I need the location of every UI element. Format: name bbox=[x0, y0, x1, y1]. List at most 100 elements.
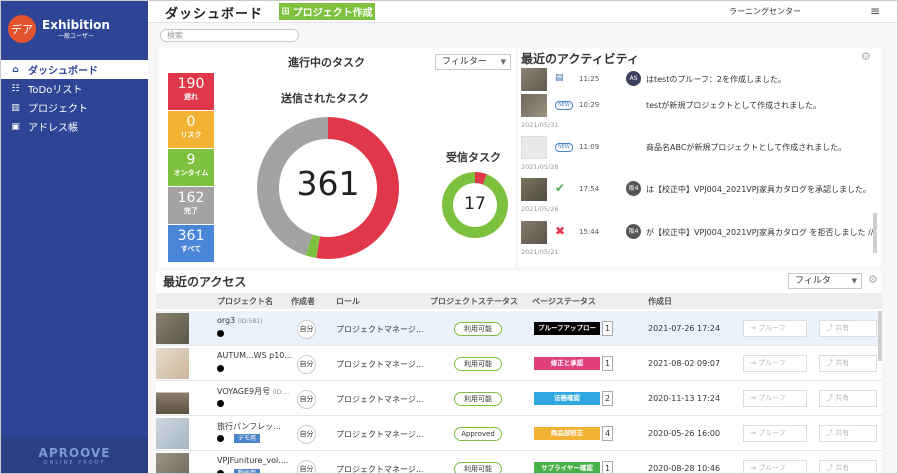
project-thumbnail[interactable] bbox=[156, 348, 189, 379]
sidebar-item-label: ダッシュボード bbox=[28, 66, 98, 77]
page-status-badge: プルーフアップロー bbox=[534, 322, 600, 335]
stat-risk[interactable]: 0 リスク bbox=[168, 111, 214, 148]
project-thumbnail[interactable] bbox=[156, 418, 189, 449]
share-button[interactable]: ⤴ 共有 bbox=[819, 425, 877, 442]
sidebar-item-label: プロジェクト bbox=[28, 104, 88, 115]
sidebar-item-address-book[interactable]: ▣ アドレス帳 bbox=[1, 117, 148, 136]
user-avatar: AS bbox=[626, 71, 641, 86]
home-icon: ⌂ bbox=[12, 64, 19, 75]
column-header[interactable]: ページステータス bbox=[532, 296, 596, 307]
sent-tasks-total: 361 bbox=[296, 164, 360, 203]
page-count: 2 bbox=[602, 391, 613, 406]
activity-row[interactable]: NEW 11:09 商品名ABCが新規プロジェクトとして作成されました。 bbox=[521, 136, 871, 159]
access-filter-select[interactable]: フィルタ ▼ bbox=[788, 273, 862, 289]
project-status-badge: 利用可能 bbox=[454, 462, 502, 473]
page-count: 4 bbox=[602, 426, 613, 441]
stat-value: 0 bbox=[186, 114, 196, 130]
share-label: 共有 bbox=[835, 324, 850, 332]
table-row[interactable]: 旅行パンフレッ... デモ用 自分 プロジェクトマネージ... Approved 商品部… bbox=[156, 416, 882, 451]
organization-name[interactable]: ラーニングセンター bbox=[729, 6, 801, 17]
share-button[interactable]: ⤴ 共有 bbox=[819, 390, 877, 407]
proof-icon: ⇥ bbox=[750, 324, 759, 332]
proof-button[interactable]: ⇥ プルーフ bbox=[743, 460, 807, 473]
project-name[interactable]: VOYAGE9月号 (ID:... bbox=[217, 386, 289, 397]
create-project-button[interactable]: ⊞ プロジェクト作成 bbox=[279, 3, 375, 20]
tasks-filter-select[interactable]: フィルター ▼ bbox=[435, 54, 511, 70]
project-name[interactable]: VPJFuniture_vol.... bbox=[217, 456, 288, 465]
project-thumbnail[interactable] bbox=[156, 453, 189, 473]
table-row[interactable]: org3 (ID:581) 自分 プロジェクトマネージ... 利用可能 プルーフアップロ… bbox=[156, 311, 882, 346]
donut-segment[interactable] bbox=[305, 234, 321, 259]
status-dot bbox=[217, 330, 224, 337]
tasks-title: 進行中のタスク bbox=[288, 56, 365, 69]
proof-button[interactable]: ⇥ プルーフ bbox=[743, 320, 807, 337]
stat-label: すべて bbox=[180, 245, 202, 253]
search-input[interactable]: 検索 bbox=[160, 29, 299, 42]
stat-late[interactable]: 190 遅れ bbox=[168, 73, 214, 110]
project-thumbnail[interactable] bbox=[156, 383, 189, 414]
activity-text: はtestのプルーフ：2を作成しました。 bbox=[646, 75, 786, 84]
stat-label: 遅れ bbox=[184, 93, 198, 101]
project-name[interactable]: AUTUM...WS p10... bbox=[217, 351, 292, 360]
check-icon: ✔ bbox=[555, 181, 566, 195]
activity-row[interactable]: ▤ 11:25 AS はtestのプルーフ：2を作成しました。 bbox=[521, 68, 871, 91]
app-logo: デア bbox=[8, 15, 36, 43]
table-scrollbar[interactable] bbox=[878, 311, 882, 361]
stat-all[interactable]: 361 すべて bbox=[168, 225, 214, 262]
activity-time: 17:54 bbox=[579, 185, 600, 193]
list-icon: ☷ bbox=[11, 83, 20, 94]
share-button[interactable]: ⤴ 共有 bbox=[819, 460, 877, 473]
sidebar-item-projects[interactable]: ▥ プロジェクト bbox=[1, 98, 148, 117]
user-avatar: 阪4 bbox=[626, 181, 641, 196]
project-name[interactable]: 旅行パンフレッ... bbox=[217, 421, 281, 432]
activity-date: 2021/05/31 bbox=[521, 121, 559, 129]
activity-row[interactable]: ✔ 17:54 阪4 は【校正中】VPJ004_2021VPJ家具カタログを承認… bbox=[521, 178, 871, 201]
sidebar-item-dashboard[interactable]: ⌂ ダッシュボード bbox=[1, 60, 148, 79]
project-status-badge: 利用可能 bbox=[454, 392, 502, 406]
page-status-badge: 修正と承認 bbox=[534, 357, 600, 370]
created-date: 2021-07-26 17:24 bbox=[648, 324, 721, 333]
activity-text: 商品名ABCが新規プロジェクトとして作成されました。 bbox=[646, 143, 847, 152]
activity-date: 2021/05/28 bbox=[521, 163, 559, 171]
activity-row[interactable]: NEW 10:29 testが新規プロジェクトとして作成されました。 bbox=[521, 94, 871, 117]
stat-on-time[interactable]: 9 オンタイム bbox=[168, 149, 214, 186]
column-header[interactable]: プロジェクトステータス bbox=[430, 296, 518, 307]
activity-row[interactable]: ✖ 15:44 阪4 が【校正中】VPJ004_2021VPJ家具カタログ を拒… bbox=[521, 221, 873, 244]
activity-title: 最近のアクティビティ bbox=[521, 52, 639, 66]
proof-button[interactable]: ⇥ プルーフ bbox=[743, 425, 807, 442]
sidebar: デア Exhibition 一般ユーザー ⌂ ダッシュボード ☷ ToDoリスト… bbox=[1, 1, 148, 473]
stat-value: 9 bbox=[186, 152, 196, 168]
proof-icon: ⇥ bbox=[750, 464, 759, 472]
status-dot bbox=[217, 365, 224, 372]
project-name[interactable]: org3 (ID:581) bbox=[217, 316, 262, 325]
donut-segment[interactable] bbox=[474, 172, 487, 185]
share-icon: ⤴ bbox=[826, 464, 836, 472]
share-button[interactable]: ⤴ 共有 bbox=[819, 320, 877, 337]
activity-thumbnail bbox=[521, 68, 547, 91]
table-row[interactable]: VOYAGE9月号 (ID:... 自分 プロジェクトマネージ... 利用可能 法務確認… bbox=[156, 381, 882, 416]
project-name-text: AUTUM...WS p10... bbox=[217, 351, 293, 360]
app-window: デア Exhibition 一般ユーザー ⌂ ダッシュボード ☷ ToDoリスト… bbox=[0, 0, 898, 474]
proof-button[interactable]: ⇥ プルーフ bbox=[743, 390, 807, 407]
project-thumbnail[interactable] bbox=[156, 313, 189, 344]
share-button[interactable]: ⤴ 共有 bbox=[819, 355, 877, 372]
table-row[interactable]: AUTUM...WS p10... 自分 プロジェクトマネージ... 利用可能 修正と… bbox=[156, 346, 882, 381]
creator-avatar: 自分 bbox=[297, 355, 316, 374]
project-name-text: VPJFuniture_vol.... bbox=[217, 456, 289, 465]
column-header[interactable]: プロジェクト名 bbox=[217, 296, 273, 307]
gear-icon[interactable]: ⚙ bbox=[868, 273, 878, 286]
activity-scrollbar[interactable] bbox=[873, 213, 877, 253]
column-header[interactable]: ロール bbox=[336, 296, 360, 307]
activity-thumbnail bbox=[521, 94, 547, 117]
activity-date: 2021/05/21 bbox=[521, 248, 559, 256]
gear-icon[interactable]: ⚙ bbox=[861, 50, 871, 63]
sidebar-item-todo[interactable]: ☷ ToDoリスト bbox=[1, 79, 148, 98]
proof-label: プルーフ bbox=[758, 429, 786, 437]
proof-button[interactable]: ⇥ プルーフ bbox=[743, 355, 807, 372]
hamburger-menu-icon[interactable]: ≡ bbox=[870, 4, 880, 18]
table-row[interactable]: VPJFuniture_vol.... 動画用 自分 プロジェクトマネージ... 利用… bbox=[156, 451, 882, 473]
column-header[interactable]: 作成者 bbox=[291, 296, 315, 307]
column-header[interactable]: 作成日 bbox=[648, 296, 672, 307]
stat-completed[interactable]: 162 完了 bbox=[168, 187, 214, 224]
chevron-down-icon: ▼ bbox=[851, 277, 857, 285]
